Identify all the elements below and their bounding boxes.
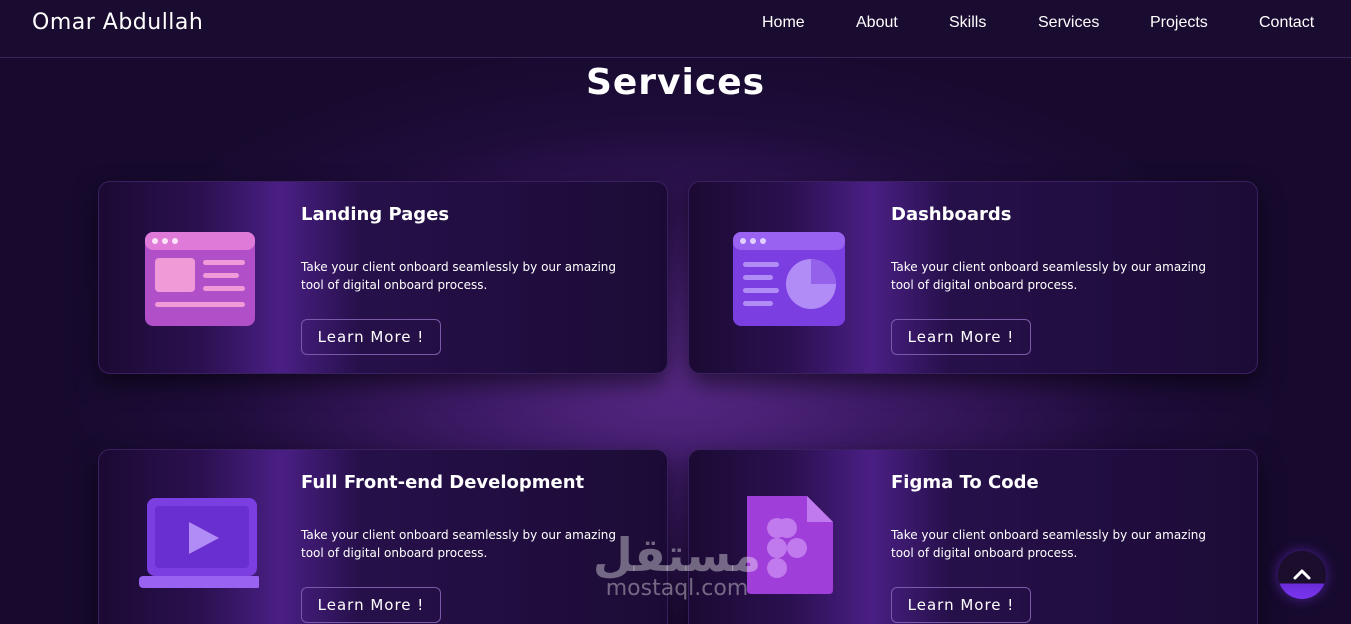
watermark: مستقل mostaql.com xyxy=(592,530,762,610)
service-card-figma-to-code: Figma To Code Take your client onboard s… xyxy=(688,449,1258,624)
nav-home[interactable]: Home xyxy=(762,14,805,32)
chevron-up-icon xyxy=(1293,569,1311,580)
card-description: Take your client onboard seamlessly by o… xyxy=(301,260,617,292)
card-title: Landing Pages xyxy=(301,204,450,225)
nav-contact[interactable]: Contact xyxy=(1259,14,1314,32)
navbar: Omar Abdullah Home About Skills Services… xyxy=(0,0,1351,58)
card-title: Figma To Code xyxy=(891,472,1039,493)
watermark-arabic: مستقل xyxy=(592,528,762,582)
service-card-frontend: Full Front-end Development Take your cli… xyxy=(98,449,668,624)
dashboard-icon xyxy=(733,232,845,326)
scroll-to-top-button[interactable] xyxy=(1278,551,1326,599)
card-description: Take your client onboard seamlessly by o… xyxy=(891,260,1207,292)
learn-more-button[interactable]: Learn More ! xyxy=(301,587,441,623)
learn-more-button[interactable]: Learn More ! xyxy=(301,319,441,355)
nav-services[interactable]: Services xyxy=(1038,14,1099,32)
learn-more-button[interactable]: Learn More ! xyxy=(891,587,1031,623)
card-title: Full Front-end Development xyxy=(301,472,585,493)
nav-about[interactable]: About xyxy=(856,14,898,32)
service-card-landing-pages: Landing Pages Take your client onboard s… xyxy=(98,181,668,374)
services-heading: Services xyxy=(585,62,766,103)
service-card-dashboards: Dashboards Take your client onboard seam… xyxy=(688,181,1258,374)
learn-more-button[interactable]: Learn More ! xyxy=(891,319,1031,355)
card-description: Take your client onboard seamlessly by o… xyxy=(301,528,617,560)
brand-logo[interactable]: Omar Abdullah xyxy=(32,10,203,35)
card-title: Dashboards xyxy=(891,204,1012,225)
nav-projects[interactable]: Projects xyxy=(1150,14,1208,32)
landing-page-icon xyxy=(145,232,255,326)
watermark-latin: mostaql.com xyxy=(605,576,749,601)
nav-skills[interactable]: Skills xyxy=(949,14,986,32)
laptop-play-icon xyxy=(139,498,259,588)
card-description: Take your client onboard seamlessly by o… xyxy=(891,528,1207,560)
